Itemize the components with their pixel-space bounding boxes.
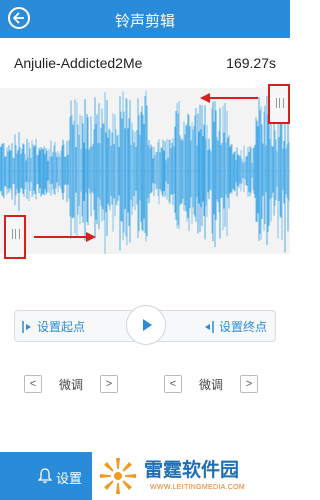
settings-button[interactable]: 设置 xyxy=(0,452,92,500)
play-button[interactable] xyxy=(126,305,166,345)
start-point-handle[interactable] xyxy=(4,215,26,259)
track-duration: 169.27s xyxy=(226,55,276,71)
waveform xyxy=(0,90,290,254)
title-bar: 铃声剪辑 xyxy=(0,0,290,38)
play-icon xyxy=(143,319,152,331)
set-start-button[interactable]: 设置起点 xyxy=(21,318,85,335)
set-end-button[interactable]: 设置终点 xyxy=(203,318,267,335)
bottom-bar: 设置 雷霆软件园 WWW.LEITINGMEDIA.COM xyxy=(0,452,290,500)
settings-label: 设置 xyxy=(56,471,83,486)
set-end-icon xyxy=(204,320,214,333)
track-name: Anjulie-Addicted2Me xyxy=(14,55,143,71)
waveform-area[interactable] xyxy=(0,88,290,254)
set-start-icon xyxy=(22,320,31,333)
brand-name: 雷霆软件园 xyxy=(144,460,240,481)
grip-icon xyxy=(12,229,20,239)
watermark-logo: 雷霆软件园 WWW.LEITINGMEDIA.COM xyxy=(92,452,290,500)
page-title: 铃声剪辑 xyxy=(114,13,175,30)
fine-tune-end: < 微调 > xyxy=(164,375,258,393)
set-end-label: 设置终点 xyxy=(218,320,267,334)
bell-icon xyxy=(38,468,52,484)
brand-url: WWW.LEITINGMEDIA.COM xyxy=(150,484,246,491)
fine-tune-start-label: 微调 xyxy=(58,377,83,392)
playback-controls: 设置起点 设置终点 xyxy=(14,305,276,345)
fine-tune-start-prev-button[interactable]: < xyxy=(24,375,42,393)
end-point-handle[interactable] xyxy=(268,84,290,124)
fine-tune-start: < 微调 > xyxy=(24,375,118,393)
fine-tune-start-next-button[interactable]: > xyxy=(100,375,118,393)
sunburst-logo-icon xyxy=(100,458,136,494)
fine-tune-end-next-button[interactable]: > xyxy=(240,375,258,393)
grip-icon xyxy=(276,98,284,108)
set-start-label: 设置起点 xyxy=(37,320,86,334)
fine-tune-end-prev-button[interactable]: < xyxy=(164,375,182,393)
fine-tune-end-label: 微调 xyxy=(198,377,223,392)
